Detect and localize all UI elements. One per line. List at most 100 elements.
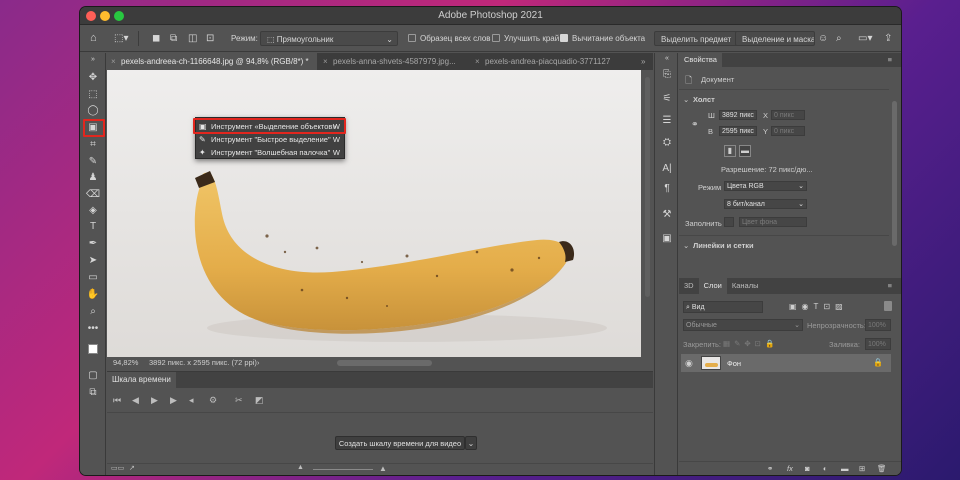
hand-tool-icon[interactable]: ✋ — [84, 288, 102, 302]
rectangle-tool-icon[interactable]: ▭ — [84, 271, 102, 285]
tool-preset-icon[interactable]: ⬚▾ — [114, 31, 128, 46]
more-tools-icon[interactable]: ••• — [84, 322, 102, 336]
canvas-vertical-scrollbar[interactable] — [645, 77, 650, 297]
user-icon[interactable]: ☺ — [818, 31, 828, 46]
add-mask-icon[interactable]: ◙ — [805, 464, 810, 473]
tab-layers[interactable]: Слои — [698, 278, 727, 294]
character-panel-icon[interactable]: A| — [660, 163, 674, 174]
tab-document-3[interactable]: × pexels-andrea-piacquadio-3771127 — [471, 53, 631, 70]
landscape-orientation-icon[interactable]: ▬ — [739, 145, 751, 157]
y-input[interactable]: 0 пикс — [771, 126, 805, 136]
subtract-object-checkbox[interactable]: Вычитание объекта — [560, 31, 645, 46]
timeline-zoom-slider[interactable] — [313, 469, 373, 470]
scissors-icon[interactable]: ✂ — [235, 395, 243, 406]
layer-filter-select[interactable]: ⌕ Вид — [683, 301, 763, 313]
tool-presets-icon[interactable]: ⚒ — [660, 209, 674, 220]
lock-icon[interactable]: 🔒 — [873, 358, 883, 367]
zoom-in-icon[interactable]: ▲ — [379, 464, 387, 473]
history-panel-icon[interactable]: ⎘ — [660, 69, 674, 80]
chevron-right-icon[interactable]: ⌄ — [683, 241, 689, 250]
x-input[interactable]: 0 пикс — [771, 110, 805, 120]
zoom-out-icon[interactable]: ▲ — [297, 464, 304, 471]
tab-document-1[interactable]: × pexels-andreea-ch-1166648.jpg @ 94,8% (… — [107, 53, 317, 70]
fill-opacity-input[interactable]: 100% — [865, 338, 891, 350]
search-icon[interactable]: ⌕ — [836, 31, 842, 46]
zoom-level[interactable]: 94,82% — [113, 357, 138, 369]
panel-menu-icon[interactable]: ≡ — [883, 53, 897, 67]
create-timeline-button[interactable]: Создать шкалу времени для видео — [335, 436, 465, 450]
home-icon[interactable]: ⌂ — [90, 31, 97, 46]
path-selection-tool-icon[interactable]: ➤ — [84, 254, 102, 268]
eye-icon[interactable]: ◉ — [685, 358, 693, 369]
menu-item-quick-selection[interactable]: ✎ Инструмент "Быстрое выделение" W — [196, 134, 346, 146]
brush-tool-icon[interactable]: ✎ — [84, 155, 102, 169]
fx-icon[interactable]: fx — [787, 464, 793, 473]
zoom-tool-icon[interactable]: ⌕ — [84, 305, 102, 319]
mode-select[interactable]: ⬚ Прямоугольник ⌄ — [260, 31, 398, 46]
filter-toggle[interactable] — [884, 301, 892, 311]
layer-filter-icons[interactable]: ▣◉T⊡▨ — [789, 302, 848, 311]
group-folder-icon[interactable]: ▬ — [841, 464, 849, 473]
link-layers-icon[interactable]: ⚭ — [767, 464, 773, 473]
foreground-color-swatch[interactable] — [88, 344, 98, 354]
chevron-down-icon[interactable]: ⌄ — [683, 95, 689, 104]
settings-gear-icon[interactable]: ⚙ — [209, 395, 217, 406]
new-layer-icon[interactable]: ⊞ — [859, 464, 865, 473]
levels-panel-icon[interactable]: ☰ — [660, 115, 674, 126]
transition-icon[interactable]: ◩ — [255, 395, 264, 406]
create-timeline-dropdown[interactable]: ⌄ — [465, 436, 477, 450]
trash-icon[interactable]: 🗑 — [877, 464, 887, 473]
tab-properties[interactable]: Свойства — [679, 53, 722, 67]
first-frame-icon[interactable]: ⏮ — [113, 395, 121, 406]
tab-document-2[interactable]: × pexels-anna-shvets-4587979.jpg... — [319, 53, 469, 70]
render-icon[interactable]: ↗ — [129, 464, 135, 472]
portrait-orientation-icon[interactable]: ▮ — [724, 145, 736, 157]
intersect-selection-icon[interactable]: ⊡ — [206, 31, 214, 46]
improve-edge-checkbox[interactable]: Улучшить край — [492, 31, 559, 46]
adjustments-panel-icon[interactable]: ⚟ — [660, 93, 674, 104]
height-input[interactable]: 2595 пикс — [719, 126, 757, 136]
gradient-tool-icon[interactable]: ◈ — [84, 204, 102, 218]
fill-swatch[interactable] — [724, 217, 734, 227]
close-icon[interactable]: × — [323, 53, 328, 70]
opacity-input[interactable]: 100% — [865, 319, 891, 331]
stamp-tool-icon[interactable]: ♟ — [84, 171, 102, 185]
panel-menu-icon[interactable]: ≡ — [883, 278, 897, 294]
text-tool-icon[interactable]: T — [84, 220, 102, 234]
screen-mode-icon[interactable]: ⧉ — [84, 386, 102, 400]
next-frame-icon[interactable]: ▶ — [170, 395, 177, 406]
blend-mode-select[interactable]: Обычные ⌄ — [683, 319, 803, 331]
document-canvas[interactable] — [107, 70, 641, 357]
quick-mask-icon[interactable]: ▢ — [84, 369, 102, 383]
add-selection-icon[interactable]: ⧉ — [170, 31, 177, 46]
select-and-mask-button[interactable]: Выделение и маска... — [735, 31, 815, 46]
sample-all-layers-checkbox[interactable]: Образец всех слов — [408, 31, 491, 46]
link-icon[interactable]: ⚭ — [691, 119, 699, 130]
bit-depth-select[interactable]: 8 бит/канал ⌄ — [724, 199, 807, 209]
panel-collapse-icon[interactable]: « — [660, 55, 674, 62]
pen-tool-icon[interactable]: ✒ — [84, 237, 102, 251]
crop-tool-icon[interactable]: ⌗ — [84, 138, 102, 152]
fill-select[interactable]: Цвет фона — [739, 217, 807, 227]
subtract-selection-icon[interactable]: ◫ — [188, 31, 197, 46]
close-icon[interactable]: × — [111, 53, 116, 70]
lock-icons[interactable]: ▦✎✥⊡🔒 — [723, 339, 778, 348]
select-subject-button[interactable]: Выделить предмет — [654, 31, 739, 46]
tab-timeline[interactable]: Шкала времени — [107, 372, 176, 388]
properties-scrollbar[interactable] — [892, 101, 897, 246]
paragraph-panel-icon[interactable]: ¶ — [660, 183, 674, 194]
layer-row-background[interactable]: ◉ Фон 🔒 — [681, 354, 891, 372]
move-tool-icon[interactable]: ✥ — [84, 71, 102, 85]
eraser-tool-icon[interactable]: ⌫ — [84, 188, 102, 202]
color-swatches[interactable] — [84, 342, 103, 364]
brush-settings-icon[interactable]: ⛭ — [660, 137, 674, 148]
new-selection-icon[interactable]: ◼ — [152, 31, 160, 46]
lasso-tool-icon[interactable]: ◯ — [84, 104, 102, 118]
canvas-horizontal-scrollbar[interactable] — [337, 360, 432, 366]
tabs-overflow-button[interactable]: » — [637, 53, 653, 70]
tab-3d[interactable]: 3D — [679, 278, 699, 294]
close-icon[interactable]: × — [475, 53, 480, 70]
clone-source-icon[interactable]: ▣ — [660, 233, 674, 244]
toolbar-collapse-icon[interactable]: » — [84, 53, 102, 67]
adjustment-layer-icon[interactable]: ◐ — [823, 464, 828, 473]
